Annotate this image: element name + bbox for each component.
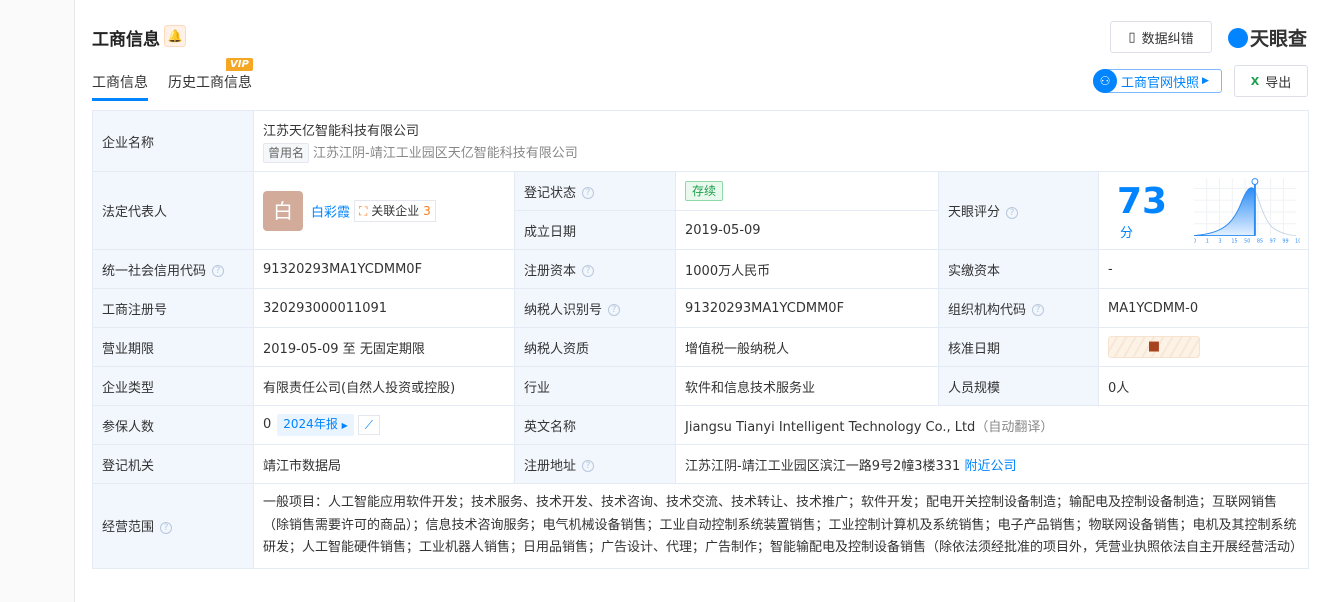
found-date: 2019-05-09 — [675, 210, 939, 250]
table-row: 工商注册号 320293000011091 纳税人识别号? 91320293MA… — [92, 288, 1310, 328]
label: 法定代表人 — [92, 171, 254, 250]
company-type: 有限责任公司(自然人投资或控股) — [253, 366, 515, 406]
label: 天眼评分 — [948, 205, 1001, 220]
label: 纳税人资质 — [514, 327, 676, 367]
insured-count: 0 — [263, 417, 272, 432]
logo-icon — [1228, 27, 1248, 48]
table-row: 经营范围? 一般项目：人工智能应用软件开发；技术服务、技术开发、技术咨询、技术交… — [92, 483, 1310, 569]
tianyancha-logo: 天眼查 — [1228, 24, 1307, 51]
score-tick-label: 3 — [1219, 238, 1222, 244]
label: 登记状态 — [524, 185, 577, 201]
reg-authority: 靖江市数据局 — [253, 444, 515, 484]
label: 注册资本 — [524, 263, 577, 279]
document-icon: ▯ — [1128, 29, 1136, 45]
reg-no: 320293000011091 — [253, 288, 515, 328]
help-icon[interactable]: ? — [608, 304, 621, 316]
score-tick-label: 15 — [1231, 238, 1237, 244]
label: 企业名称 — [92, 110, 254, 172]
trend-chart-icon[interactable]: ⟋ — [357, 414, 380, 435]
network-icon: ⛶ — [359, 203, 368, 218]
label: 核准日期 — [938, 327, 1099, 367]
table-row: 统一社会信用代码? 91320293MA1YCDMM0F 注册资本? 1000万… — [92, 249, 1310, 289]
stamp-icon: ⚇ — [1093, 69, 1117, 93]
label: 英文名称 — [514, 405, 676, 445]
tab-history-info[interactable]: 历史工商信息 — [168, 72, 252, 92]
related-companies-button[interactable]: ⛶ 关联企业 3 — [354, 199, 436, 222]
help-icon[interactable]: ? — [582, 187, 595, 199]
label: 统一社会信用代码 — [102, 263, 207, 279]
reg-address: 江苏江阴-靖江工业园区滨江一路9号2幢3楼331 — [685, 458, 961, 474]
lock-icon[interactable]: ■ — [1108, 336, 1200, 358]
help-icon[interactable]: ? — [212, 265, 225, 277]
label: 实缴资本 — [938, 249, 1099, 289]
table-row: 营业期限 2019-05-09 至 无固定期限 纳税人资质 增值税一般纳税人 核… — [92, 327, 1310, 367]
label: 人员规模 — [938, 366, 1099, 406]
business-info-table: 企业名称 江苏天亿智能科技有限公司曾用名 江苏江阴-靖江工业园区天亿智能科技有限公… — [92, 110, 1310, 569]
left-sidebar — [0, 0, 75, 602]
help-icon[interactable]: ? — [582, 265, 595, 277]
auto-translate-note: （自动翻译） — [975, 419, 1054, 435]
company-name: 江苏天亿智能科技有限公司 — [263, 123, 420, 139]
score-tick-label: 50 — [1244, 238, 1250, 244]
bell-icon[interactable]: 🔔 — [164, 25, 186, 47]
label: 成立日期 — [514, 210, 676, 250]
paid-capital: - — [1097, 249, 1310, 289]
label: 行业 — [514, 366, 676, 406]
tab-business-info[interactable]: 工商信息 — [92, 72, 148, 101]
label: 组织机构代码 — [948, 302, 1027, 318]
taxpayer-type: 增值税一般纳税人 — [675, 327, 939, 367]
nearby-companies-link[interactable]: 附近公司 — [964, 459, 1016, 474]
help-icon[interactable]: ? — [160, 521, 173, 534]
page-title: 工商信息 — [92, 30, 160, 50]
label: 工商注册号 — [92, 288, 254, 328]
label: 营业期限 — [92, 327, 254, 367]
label: 登记机关 — [92, 444, 254, 484]
score-tick-label: 85 — [1257, 238, 1263, 244]
score-value: 73 — [1117, 180, 1168, 222]
industry: 软件和信息技术服务业 — [675, 366, 939, 406]
score-tick-label: 100 — [1295, 238, 1300, 244]
help-icon[interactable]: ? — [1006, 206, 1019, 219]
table-row: 法定代表人 白白彩霞⛶ 关联企业 3 登记状态? 存续 天眼评分? 73分 01… — [92, 171, 1310, 250]
status-badge: 存续 — [685, 181, 724, 201]
snapshot-button[interactable]: ⚇ 工商官网快照 ▶ — [1093, 69, 1222, 93]
credit-code: 91320293MA1YCDMM0F — [253, 249, 515, 289]
table-row: 登记机关 靖江市数据局 注册地址? 江苏江阴-靖江工业园区滨江一路9号2幢3楼3… — [92, 444, 1310, 484]
vip-badge: VIP — [226, 58, 253, 71]
label: 企业类型 — [92, 366, 254, 406]
help-icon[interactable]: ? — [582, 460, 595, 472]
legal-rep-link[interactable]: 白彩霞 — [311, 205, 350, 220]
org-code: MA1YCDMM-0 — [1097, 288, 1310, 328]
data-correction-button[interactable]: ▯ 数据纠错 — [1110, 21, 1212, 53]
help-icon[interactable]: ? — [1032, 304, 1045, 316]
english-name: Jiangsu Tianyi Intelligent Technology Co… — [685, 419, 976, 435]
caret-right-icon: ▶ — [341, 421, 348, 430]
score-tick-label: 97 — [1270, 238, 1276, 244]
former-name-tag: 曾用名 — [263, 142, 310, 163]
annual-report-button[interactable]: 2024年报 ▶ — [277, 414, 354, 436]
excel-icon: X — [1250, 74, 1260, 88]
label: 纳税人识别号 — [524, 302, 603, 318]
reg-capital: 1000万人民币 — [675, 249, 939, 289]
business-scope: 一般项目：人工智能应用软件开发；技术服务、技术开发、技术咨询、技术交流、技术转让… — [252, 483, 1310, 569]
avatar: 白 — [263, 190, 303, 231]
score-tick-label: 0 — [1194, 238, 1196, 244]
taxpayer-id: 91320293MA1YCDMM0F — [675, 288, 939, 328]
table-row: 企业类型 有限责任公司(自然人投资或控股) 行业 软件和信息技术服务业 人员规模… — [92, 366, 1310, 406]
business-term: 2019-05-09 至 无固定期限 — [253, 327, 515, 367]
table-row: 企业名称 江苏天亿智能科技有限公司曾用名 江苏江阴-靖江工业园区天亿智能科技有限公… — [92, 110, 1310, 172]
label: 参保人数 — [92, 405, 254, 445]
label: 注册地址 — [524, 458, 577, 474]
score-tick-label: 99 — [1282, 238, 1288, 244]
score-tick-label: 1 — [1206, 238, 1209, 244]
table-row: 参保人数 0 2024年报 ▶ ⟋ 英文名称 Jiangsu Tianyi Inte… — [92, 405, 1310, 445]
caret-right-icon: ▶ — [1202, 76, 1209, 86]
label: 经营范围 — [102, 520, 155, 536]
former-name: 江苏江阴-靖江工业园区天亿智能科技有限公司 — [313, 145, 578, 161]
staff-size: 0人 — [1097, 366, 1310, 406]
score-distribution-chart: 0 1 3 15 50 85 97 99 100 — [1193, 177, 1300, 244]
export-button[interactable]: X 导出 — [1234, 65, 1308, 97]
